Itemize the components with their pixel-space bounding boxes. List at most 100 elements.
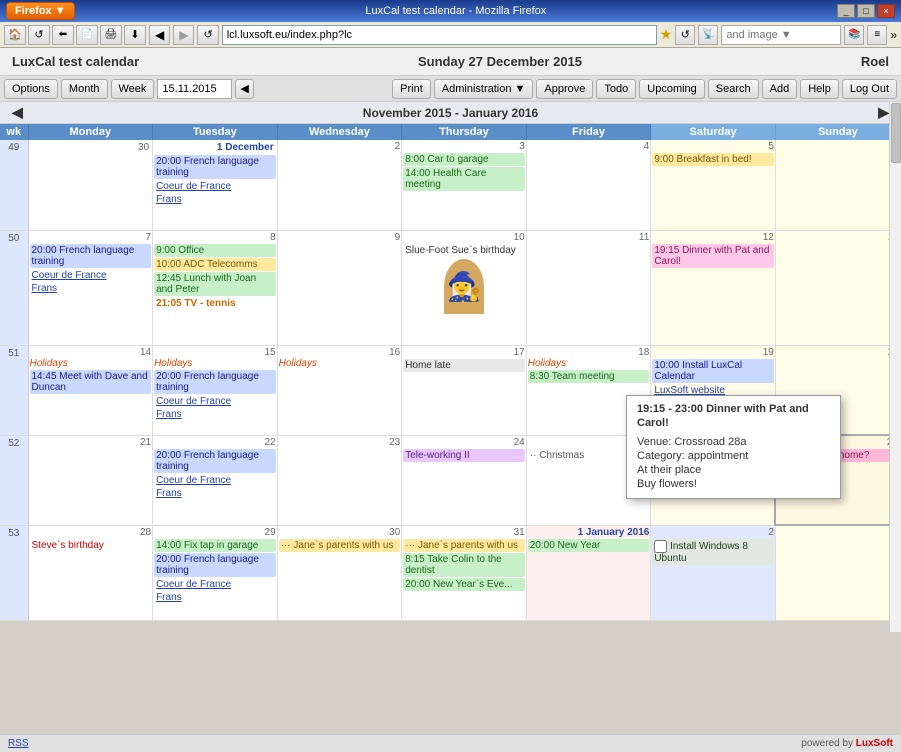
event-office[interactable]: 9:00 Office — [154, 244, 276, 257]
more-btn[interactable]: » — [890, 28, 897, 42]
event-france-link-49[interactable]: Coeur de France — [154, 180, 276, 193]
cell-dec28[interactable]: 28 Steve`s birthday — [28, 525, 153, 620]
toolbar-icon-5[interactable]: 🖨 — [100, 25, 122, 45]
cell-dec6[interactable]: 6 — [775, 140, 900, 230]
cell-dec16[interactable]: 16 Holidays — [277, 345, 402, 435]
cell-dec13[interactable]: 13 — [775, 230, 900, 345]
search-input[interactable] — [721, 25, 841, 45]
cell-dec2[interactable]: 2 — [277, 140, 402, 230]
cell-dec9[interactable]: 9 — [277, 230, 402, 345]
back-btn[interactable]: ◀ — [149, 25, 170, 45]
firefox-button[interactable]: Firefox ▼ — [6, 2, 75, 20]
event-car-garage[interactable]: 8:00 Car to garage — [403, 153, 525, 166]
event-health[interactable]: 14:00 Health Care meeting — [403, 167, 525, 191]
month-btn[interactable]: Month — [61, 79, 108, 99]
rss-link[interactable]: RSS — [8, 738, 29, 749]
address-input[interactable] — [222, 25, 657, 45]
event-teleworking[interactable]: Tele-working II — [403, 449, 525, 462]
toolbar-icon-2[interactable]: ↺ — [28, 25, 50, 45]
approve-btn[interactable]: Approve — [536, 79, 593, 99]
cell-dec7[interactable]: 7 20:00 French language training Coeur d… — [28, 230, 153, 345]
close-btn[interactable]: × — [877, 4, 895, 18]
event-france-link-53[interactable]: Coeur de France — [154, 578, 276, 591]
event-frans-link-50[interactable]: Frans — [30, 282, 152, 295]
add-btn[interactable]: Add — [762, 79, 798, 99]
forward-btn[interactable]: ▶ — [173, 25, 194, 45]
logout-btn[interactable]: Log Out — [842, 79, 897, 99]
help-btn[interactable]: Help — [800, 79, 839, 99]
cell-dec21[interactable]: 21 — [28, 435, 153, 525]
cell-dec10[interactable]: 10 Slue-Foot Sue`s birthday 🧙‍♀️ — [402, 230, 527, 345]
cell-nov30[interactable]: 30 — [28, 140, 153, 230]
rss-btn[interactable]: 📡 — [698, 25, 718, 45]
event-lunch[interactable]: 12:45 Lunch with Joan and Peter — [154, 272, 276, 296]
cell-dec1[interactable]: 1 December 20:00 French language trainin… — [153, 140, 278, 230]
event-frans-link-53[interactable]: Frans — [154, 591, 276, 604]
cell-dec3[interactable]: 3 8:00 Car to garage 14:00 Health Care m… — [402, 140, 527, 230]
cell-dec22[interactable]: 22 20:00 French language training Coeur … — [153, 435, 278, 525]
event-france-link-50[interactable]: Coeur de France — [30, 269, 152, 282]
event-janes-parents-thu[interactable]: ··· Jane`s parents with us — [403, 539, 525, 552]
toolbar-icon-4[interactable]: 📄 — [76, 25, 98, 45]
cell-dec5[interactable]: 5 9:00 Breakfast in bed! — [651, 140, 776, 230]
cell-dec11[interactable]: 11 — [526, 230, 651, 345]
administration-btn[interactable]: Administration ▼ — [434, 79, 534, 99]
date-picker[interactable] — [157, 79, 232, 99]
cell-dec15[interactable]: 15 Holidays 20:00 French language traini… — [153, 345, 278, 435]
todo-btn[interactable]: Todo — [596, 79, 636, 99]
scroll-thumb[interactable] — [891, 103, 901, 163]
event-steves-birthday[interactable]: Steve`s birthday — [30, 539, 152, 552]
cell-jan2[interactable]: 2 Install Windows 8 Ubuntu — [651, 525, 776, 620]
event-france-link-52[interactable]: Coeur de France — [154, 474, 276, 487]
toolbar-icon-1[interactable]: 🏠 — [4, 25, 26, 45]
event-new-years-eve[interactable]: 20:00 New Year`s Eve... — [403, 578, 525, 591]
event-new-year[interactable]: 20:00 New Year — [528, 539, 650, 552]
cell-dec17[interactable]: 17 Home late — [402, 345, 527, 435]
cell-dec4[interactable]: 4 — [526, 140, 651, 230]
prev-month-arrow[interactable]: ◀ — [12, 104, 23, 121]
cell-dec12[interactable]: 12 19:15 Dinner with Pat and Carol! — [651, 230, 776, 345]
install-windows-checkbox[interactable] — [654, 540, 667, 553]
cell-dec29[interactable]: 29 14:00 Fix tap in garage 20:00 French … — [153, 525, 278, 620]
refresh-btn[interactable]: ↺ — [675, 25, 695, 45]
search-btn[interactable]: Search — [708, 79, 759, 99]
cell-dec30[interactable]: 30 ··· Jane`s parents with us — [277, 525, 402, 620]
event-breakfast[interactable]: 9:00 Breakfast in bed! — [652, 153, 774, 166]
event-tv-tennis[interactable]: 21:05 TV - tennis — [154, 297, 276, 310]
event-birthday-sue[interactable]: Slue-Foot Sue`s birthday — [403, 244, 525, 257]
print-btn[interactable]: Print — [392, 79, 431, 99]
toolbar-icon-6[interactable]: ⬇ — [124, 25, 146, 45]
event-frans-link-49[interactable]: Frans — [154, 193, 276, 206]
event-french-50[interactable]: 20:00 French language training — [30, 244, 152, 268]
next-month-arrow[interactable]: ▶ — [878, 104, 889, 121]
event-team[interactable]: 8:30 Team meeting — [528, 370, 650, 383]
cell-dec8[interactable]: 8 9:00 Office 10:00 ADC Telecomms 12:45 … — [153, 230, 278, 345]
cell-jan3[interactable]: 3 — [775, 525, 900, 620]
reload-btn[interactable]: ↺ — [197, 25, 218, 45]
event-meet-dave[interactable]: 14:45 Meet with Dave and Duncan — [30, 370, 152, 394]
cell-dec24[interactable]: 24 Tele-working II — [402, 435, 527, 525]
toolbar-icon-3[interactable]: ⬅ — [52, 25, 74, 45]
event-install-luxcal[interactable]: 10:00 Install LuxCal Calendar — [652, 359, 774, 383]
event-adc[interactable]: 10:00 ADC Telecomms — [154, 258, 276, 271]
date-arrow[interactable]: ◀ — [235, 79, 253, 99]
options-btn[interactable]: Options — [4, 79, 58, 99]
event-fix-tap[interactable]: 14:00 Fix tap in garage — [154, 539, 276, 552]
bookmarks-btn[interactable]: 📚 — [844, 25, 864, 45]
maximize-btn[interactable]: □ — [857, 4, 875, 18]
event-french-53[interactable]: 20:00 French language training — [154, 553, 276, 577]
cell-dec31[interactable]: 31 ··· Jane`s parents with us 8:15 Take … — [402, 525, 527, 620]
menu-btn[interactable]: ≡ — [867, 25, 887, 45]
event-home-late[interactable]: Home late — [403, 359, 525, 372]
cell-dec23[interactable]: 23 — [277, 435, 402, 525]
event-france-link-51[interactable]: Coeur de France — [154, 395, 276, 408]
event-french-52[interactable]: 20:00 French language training — [154, 449, 276, 473]
event-frans-link-51[interactable]: Frans — [154, 408, 276, 421]
event-dinner[interactable]: 19:15 Dinner with Pat and Carol! — [652, 244, 774, 268]
cell-dec14[interactable]: 14 Holidays 14:45 Meet with Dave and Dun… — [28, 345, 153, 435]
cell-jan1[interactable]: 1 January 2016 20:00 New Year — [526, 525, 651, 620]
scrollbar[interactable] — [889, 102, 901, 632]
week-btn[interactable]: Week — [111, 79, 155, 99]
event-french-51[interactable]: 20:00 French language training — [154, 370, 276, 394]
bookmark-star[interactable]: ★ — [660, 26, 673, 43]
